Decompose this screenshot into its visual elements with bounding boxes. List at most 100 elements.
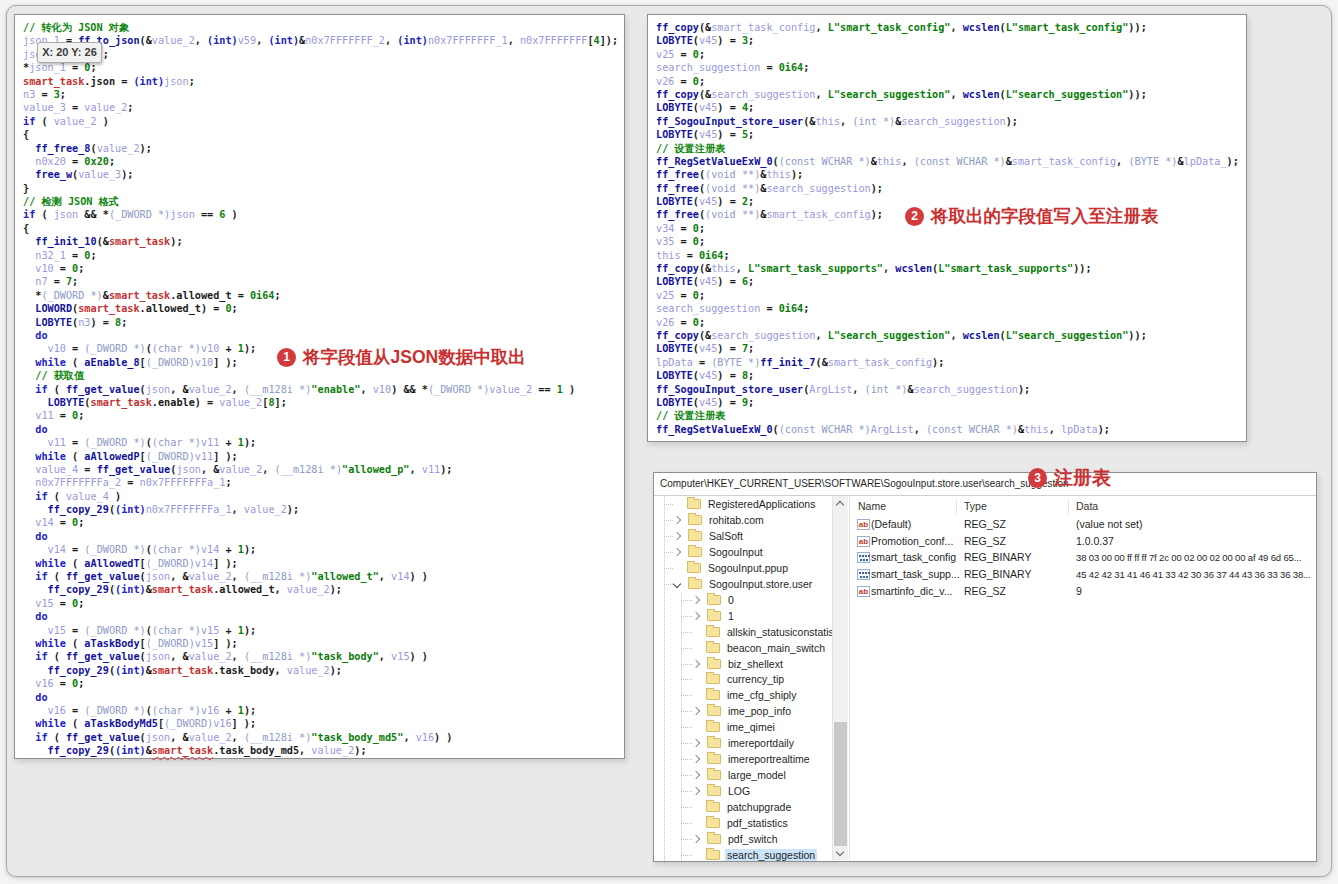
- tree-item-label[interactable]: pdf_switch: [726, 833, 780, 845]
- tree-item-SogouInput.ppup[interactable]: SogouInput.ppup: [674, 560, 790, 576]
- tree-scrollbar[interactable]: [832, 496, 848, 860]
- chevron-right-icon[interactable]: [673, 516, 681, 524]
- tree-item-label[interactable]: 1: [726, 610, 736, 622]
- tree-item-0[interactable]: 0: [693, 592, 736, 608]
- tree-item-SalSoft[interactable]: SalSoft: [674, 528, 745, 544]
- tree-item-patchupgrade[interactable]: patchupgrade: [693, 799, 793, 815]
- code-line: v14 = 0;: [23, 516, 624, 529]
- code-line: jso ;: [23, 48, 624, 61]
- tree-item-label[interactable]: SogouInput.store.user: [707, 578, 814, 590]
- annotation-3-badge: 3: [1028, 468, 1047, 488]
- code-line: do: [23, 530, 624, 543]
- chevron-right-icon[interactable]: [692, 835, 700, 843]
- code-line: v26 = 0;: [656, 316, 1246, 329]
- code-line: this = 0i64;: [656, 249, 1246, 262]
- tree-item-biz_shellext[interactable]: biz_shellext: [693, 656, 785, 672]
- code-line: n0x7FFFFFFFa_2 = n0x7FFFFFFFa_1;: [23, 476, 624, 489]
- chevron-right-icon[interactable]: [692, 787, 700, 795]
- tree-item-label[interactable]: SogouInput.ppup: [706, 562, 790, 574]
- tree-item-label[interactable]: allskin_statusiconstatis: [725, 626, 832, 638]
- registry-value-row-smartinfo_dic_v[interactable]: absmartinfo_dic_v...REG_SZ9: [850, 584, 1315, 600]
- tree-item-label[interactable]: large_model: [726, 769, 788, 781]
- tree-item-ime_pop_info[interactable]: ime_pop_info: [693, 703, 793, 719]
- annotation-3: 3 注册表: [1028, 465, 1111, 491]
- tree-item-large_model[interactable]: large_model: [693, 767, 788, 783]
- tree-item-imereportdaily[interactable]: imereportdaily: [693, 735, 796, 751]
- value-name: smartinfo_dic_v...: [871, 585, 953, 597]
- tree-item-1[interactable]: 1: [693, 608, 736, 624]
- code-line: LOBYTE(v45) = 3;: [656, 34, 1246, 47]
- tree-item-label[interactable]: imereportrealtime: [726, 753, 812, 765]
- code-line: if ( value_2 ): [23, 115, 624, 128]
- tree-item-label[interactable]: beacon_main_switch: [725, 642, 827, 654]
- tree-item-label[interactable]: currency_tip: [725, 673, 786, 685]
- code-line: LOBYTE(v45) = 7;: [656, 342, 1246, 355]
- tree-item-LOG[interactable]: LOG: [693, 783, 752, 799]
- column-header-data[interactable]: Data: [1076, 500, 1098, 516]
- chevron-down-icon[interactable]: [673, 580, 681, 588]
- tree-item-ime_cfg_shiply[interactable]: ime_cfg_shiply: [693, 687, 798, 703]
- tree-item-RegisteredApplications[interactable]: RegisteredApplications: [674, 496, 817, 512]
- tree-item-label[interactable]: rohitab.com: [707, 514, 766, 526]
- chevron-right-icon[interactable]: [692, 595, 700, 603]
- code-line: // 检测 JSON 格式: [23, 195, 624, 208]
- column-separator[interactable]: [1068, 499, 1069, 514]
- tree-item-label[interactable]: pdf_statistics: [725, 817, 790, 829]
- folder-icon: [706, 627, 720, 637]
- tree-item-label[interactable]: search_suggestion: [725, 849, 817, 861]
- tree-item-beacon_main_switch[interactable]: beacon_main_switch: [693, 640, 827, 656]
- chevron-right-icon[interactable]: [692, 739, 700, 747]
- code-line: do: [23, 329, 624, 342]
- tree-item-SogouInput.store.user[interactable]: SogouInput.store.user: [674, 576, 814, 592]
- tree-item-label[interactable]: ime_cfg_shiply: [725, 689, 798, 701]
- code-line: // 设置注册表: [656, 409, 1246, 422]
- tree-item-label[interactable]: biz_shellext: [726, 658, 785, 670]
- scroll-up-arrow-icon[interactable]: [833, 496, 848, 510]
- tree-item-allskin_statusiconstatis[interactable]: allskin_statusiconstatis: [693, 624, 832, 640]
- tree-item-ime_qimei[interactable]: ime_qimei: [693, 719, 777, 735]
- tree-item-label[interactable]: SalSoft: [707, 530, 745, 542]
- registry-value-row-smart_task_supp[interactable]: smart_task_supp...REG_BINARY45 42 42 31 …: [850, 567, 1315, 583]
- tree-item-SogouInput[interactable]: SogouInput: [674, 544, 765, 560]
- value-type: REG_SZ: [964, 585, 1006, 597]
- regedit-address-bar[interactable]: Computer\HKEY_CURRENT_USER\SOFTWARE\Sogo…: [654, 473, 1316, 496]
- column-header-type[interactable]: Type: [964, 500, 987, 516]
- code-line: if ( ff_get_value(json, &value_2, (__m12…: [23, 650, 624, 663]
- code-line: ff_free((void **)&search_suggestion);: [656, 182, 1246, 195]
- tree-guide-line: [664, 496, 665, 861]
- chevron-right-icon[interactable]: [673, 532, 681, 540]
- tree-item-label[interactable]: imereportdaily: [726, 737, 796, 749]
- chevron-right-icon[interactable]: [673, 548, 681, 556]
- tree-item-label[interactable]: 0: [726, 594, 736, 606]
- chevron-right-icon[interactable]: [692, 755, 700, 763]
- tree-item-label[interactable]: ime_qimei: [725, 721, 777, 733]
- tree-item-search_suggestion[interactable]: search_suggestion: [693, 847, 817, 861]
- registry-value-row-(Default)[interactable]: ab(Default)REG_SZ(value not set): [850, 517, 1315, 533]
- tree-item-pdf_statistics[interactable]: pdf_statistics: [693, 815, 790, 831]
- tree-item-label[interactable]: SogouInput: [707, 546, 765, 558]
- chevron-right-icon[interactable]: [692, 771, 700, 779]
- code-line: v11 = 0;: [23, 409, 624, 422]
- tree-item-label[interactable]: patchupgrade: [725, 801, 793, 813]
- tree-item-label[interactable]: ime_pop_info: [726, 705, 793, 717]
- registry-value-row-smart_task_config[interactable]: smart_task_configREG_BINARY38 03 00 00 f…: [850, 550, 1315, 566]
- code-line: LOBYTE(v45) = 4;: [656, 101, 1246, 114]
- chevron-right-icon[interactable]: [692, 707, 700, 715]
- tree-item-label[interactable]: LOG: [726, 785, 752, 797]
- tree-item-label[interactable]: RegisteredApplications: [706, 498, 817, 510]
- column-header-name[interactable]: Name: [858, 500, 886, 516]
- registry-value-row-Promotion_conf[interactable]: abPromotion_conf...REG_SZ1.0.0.37: [850, 534, 1315, 550]
- chevron-right-icon[interactable]: [692, 611, 700, 619]
- chevron-right-icon[interactable]: [692, 659, 700, 667]
- tree-item-pdf_switch[interactable]: pdf_switch: [693, 831, 780, 847]
- code-line: LOBYTE(v45) = 8;: [656, 369, 1246, 382]
- tree-item-rohitab.com[interactable]: rohitab.com: [674, 512, 766, 528]
- scrollbar-thumb[interactable]: [834, 722, 847, 846]
- column-separator[interactable]: [956, 499, 957, 514]
- tree-item-imereportrealtime[interactable]: imereportrealtime: [693, 751, 812, 767]
- scroll-down-arrow-icon[interactable]: [833, 846, 848, 860]
- annotation-3-text: 注册表: [1054, 465, 1111, 491]
- regedit-tree: RegisteredApplications rohitab.com SalSoft…: [654, 496, 832, 861]
- folder-icon: [688, 531, 702, 541]
- tree-item-currency_tip[interactable]: currency_tip: [693, 671, 786, 687]
